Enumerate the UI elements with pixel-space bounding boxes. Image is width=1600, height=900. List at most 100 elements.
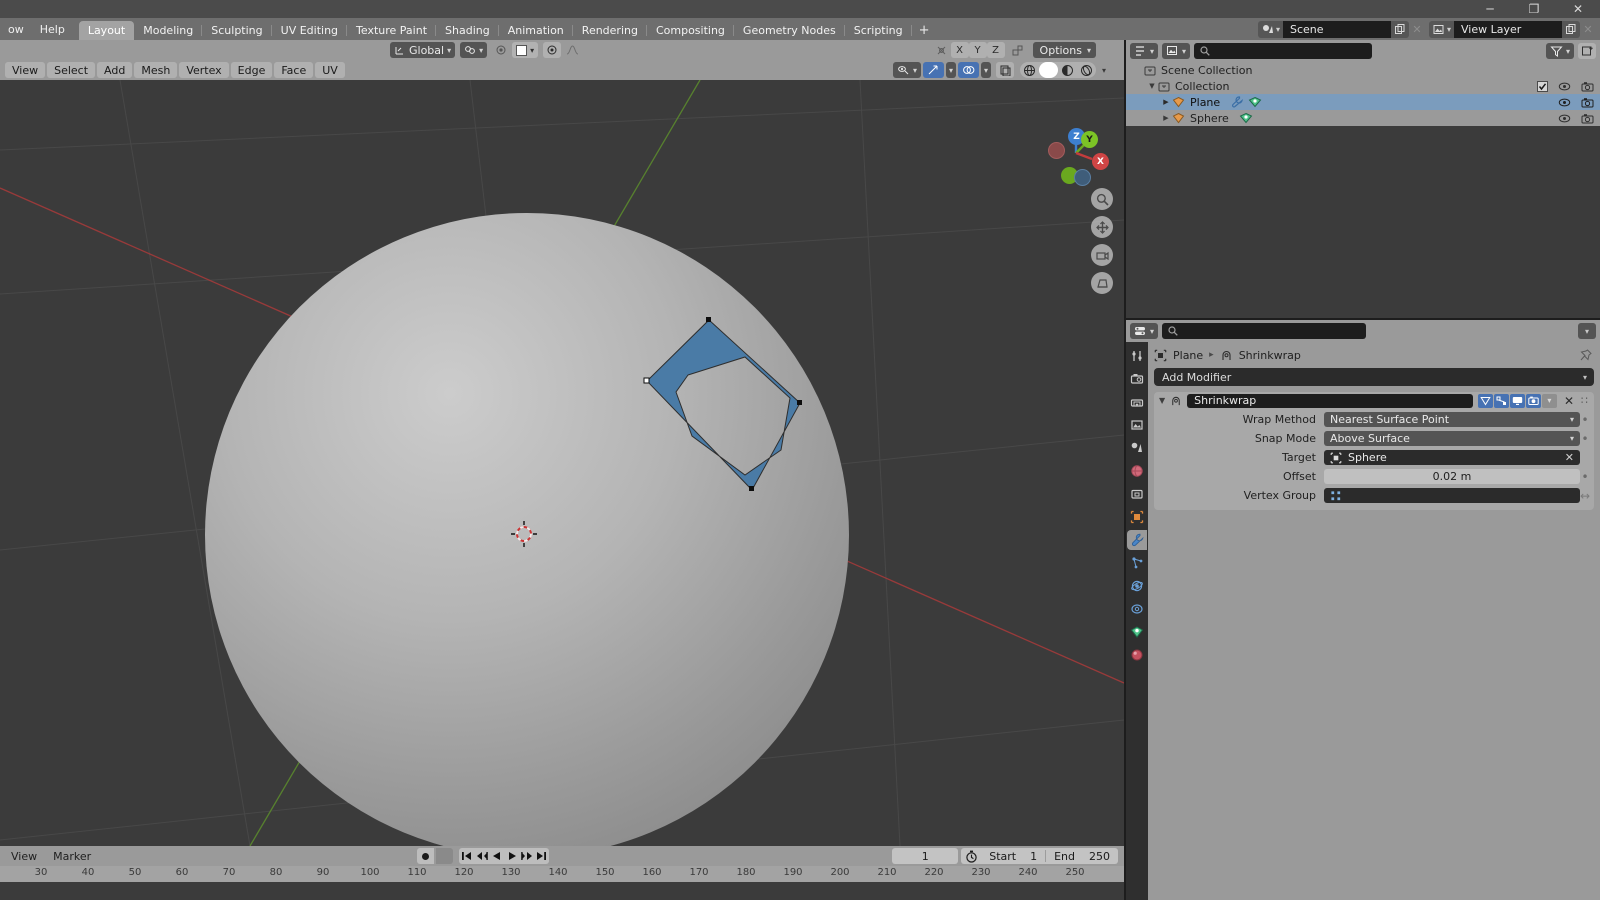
shading-material-button[interactable]	[1058, 62, 1077, 78]
render-display-icon[interactable]	[1525, 393, 1541, 408]
maximize-button[interactable]: ❐	[1512, 0, 1556, 18]
overlays-dropdown[interactable]: ▾	[980, 62, 991, 78]
jump-start-icon[interactable]	[459, 848, 474, 864]
tab-object[interactable]	[1127, 507, 1147, 527]
gizmo-axis-y[interactable]: Y	[1081, 131, 1098, 148]
animate-dot-wrap-method[interactable]: •	[1580, 413, 1590, 427]
ortho-persp-icon[interactable]	[1091, 272, 1113, 294]
viewlayer-new-button[interactable]	[1562, 20, 1580, 38]
menu-uv[interactable]: UV	[315, 62, 345, 78]
shading-wireframe-button[interactable]	[1020, 62, 1039, 78]
invert-vertex-group-button[interactable]: ↔	[1580, 489, 1590, 503]
tab-scene[interactable]	[1127, 438, 1147, 458]
snap-gizmo-icon[interactable]	[932, 42, 951, 58]
breadcrumb-modifier[interactable]: Shrinkwrap	[1239, 349, 1301, 362]
pan-icon[interactable]	[1091, 216, 1113, 238]
properties-search-input[interactable]	[1162, 323, 1367, 339]
tab-modeling[interactable]: Modeling	[134, 21, 203, 40]
tab-world[interactable]	[1127, 461, 1147, 481]
tab-texture-paint[interactable]: Texture Paint	[347, 21, 437, 40]
tab-uv-editing[interactable]: UV Editing	[272, 21, 348, 40]
tab-physics[interactable]	[1127, 576, 1147, 596]
gizmo-toggle[interactable]	[922, 62, 944, 78]
snapping-dropdown[interactable]: ▾	[460, 42, 488, 58]
vertex-group-picker[interactable]	[1324, 488, 1580, 503]
next-keyframe-icon[interactable]	[519, 848, 534, 864]
outliner-row-plane[interactable]: ▶ Plane	[1126, 94, 1600, 110]
outliner-row-scene-collection[interactable]: Scene Collection	[1126, 62, 1600, 78]
options-dropdown[interactable]: Options ▾	[1032, 42, 1096, 58]
snap-axis-y[interactable]: Y	[968, 42, 987, 58]
gizmo-axis-neg-z[interactable]	[1074, 169, 1091, 186]
tab-layout[interactable]: Layout	[78, 21, 135, 40]
menu-mesh[interactable]: Mesh	[134, 62, 178, 78]
menu-view[interactable]: View	[5, 62, 46, 78]
expander-icon[interactable]: ▶	[1160, 98, 1172, 106]
tab-rendering[interactable]: Rendering	[573, 21, 648, 40]
object-picker-target[interactable]: Sphere ✕	[1324, 450, 1580, 465]
gizmo-axis-x[interactable]: X	[1092, 153, 1109, 170]
overlays-toggle[interactable]	[957, 62, 979, 78]
proportional-connected-toggle[interactable]	[543, 42, 562, 58]
outliner-search-input[interactable]	[1194, 43, 1373, 59]
tab-render[interactable]	[1127, 369, 1147, 389]
menu-select[interactable]: Select	[47, 62, 96, 78]
tab-collection[interactable]	[1127, 484, 1147, 504]
snap-axis-x[interactable]: X	[950, 42, 969, 58]
camera-icon[interactable]	[1091, 244, 1113, 266]
modifier-expander-icon[interactable]: ▼	[1159, 396, 1165, 405]
realtime-display-icon[interactable]	[1509, 393, 1525, 408]
animate-dot-snap-mode[interactable]: •	[1580, 432, 1590, 446]
scene-icon[interactable]: ▾	[1257, 20, 1283, 38]
camera-icon[interactable]	[1581, 81, 1594, 92]
shading-solid-button[interactable]	[1039, 62, 1058, 78]
tab-particles[interactable]	[1127, 553, 1147, 573]
proportional-edit-toggle[interactable]	[492, 42, 511, 58]
proportional-falloff-dropdown[interactable]: ▾	[512, 42, 539, 58]
menu-help[interactable]: Help	[32, 18, 73, 40]
breadcrumb-object[interactable]: Plane	[1173, 349, 1203, 362]
play-reverse-icon[interactable]	[489, 848, 504, 864]
transform-orientation-dropdown[interactable]: Global ▾	[390, 42, 456, 58]
current-frame-input[interactable]: 1	[892, 848, 959, 864]
mesh-data-icon[interactable]	[1248, 96, 1262, 108]
view-layer-icon[interactable]: ▾	[1428, 20, 1454, 38]
snap-axis-z[interactable]: Z	[986, 42, 1005, 58]
scene-datablock[interactable]: ▾ Scene ✕	[1257, 20, 1425, 38]
camera-icon[interactable]	[1581, 113, 1594, 124]
animate-dot-offset[interactable]: •	[1580, 470, 1590, 484]
navigation-gizmo[interactable]: Z Y X	[1048, 125, 1109, 186]
display-mode-dropdown[interactable]: ▾	[1162, 43, 1191, 59]
minimize-button[interactable]: ─	[1468, 0, 1512, 18]
tab-material[interactable]	[1127, 645, 1147, 665]
transform-correct-icon[interactable]	[1008, 42, 1027, 58]
tab-geometry-nodes[interactable]: Geometry Nodes	[734, 21, 845, 40]
outliner-row-sphere[interactable]: ▶ Sphere	[1126, 110, 1600, 126]
end-frame-input[interactable]: End 250	[1046, 848, 1118, 864]
tab-constraints[interactable]	[1127, 599, 1147, 619]
auto-keying-toggle[interactable]	[417, 848, 434, 864]
play-icon[interactable]	[504, 848, 519, 864]
tab-view-layer[interactable]	[1127, 415, 1147, 435]
prev-keyframe-icon[interactable]	[474, 848, 489, 864]
tab-sculpting[interactable]: Sculpting	[202, 21, 273, 40]
menu-face[interactable]: Face	[274, 62, 314, 78]
editor-type-dropdown-properties[interactable]: ▾	[1130, 323, 1159, 339]
menu-window[interactable]: ow	[0, 18, 32, 40]
close-button[interactable]: ✕	[1556, 0, 1600, 18]
scene-unlink-button[interactable]: ✕	[1409, 21, 1425, 38]
stopwatch-icon[interactable]	[961, 850, 981, 863]
modifier-extras-dropdown[interactable]: ▾	[1541, 393, 1557, 408]
expander-icon[interactable]: ▶	[1160, 114, 1172, 122]
tab-output[interactable]	[1127, 392, 1147, 412]
scene-new-button[interactable]	[1390, 20, 1409, 38]
properties-options-dropdown[interactable]: ▾	[1578, 323, 1596, 339]
viewlayer-remove-button[interactable]: ✕	[1580, 21, 1596, 38]
tab-animation[interactable]: Animation	[499, 21, 573, 40]
checkbox-icon[interactable]	[1537, 80, 1548, 92]
number-field-offset[interactable]: 0.02 m	[1324, 469, 1580, 484]
tab-compositing[interactable]: Compositing	[647, 21, 734, 40]
auto-keying-options[interactable]	[436, 848, 453, 864]
visibility-dropdown[interactable]: ▾	[892, 62, 921, 78]
gizmo-dropdown[interactable]: ▾	[945, 62, 956, 78]
